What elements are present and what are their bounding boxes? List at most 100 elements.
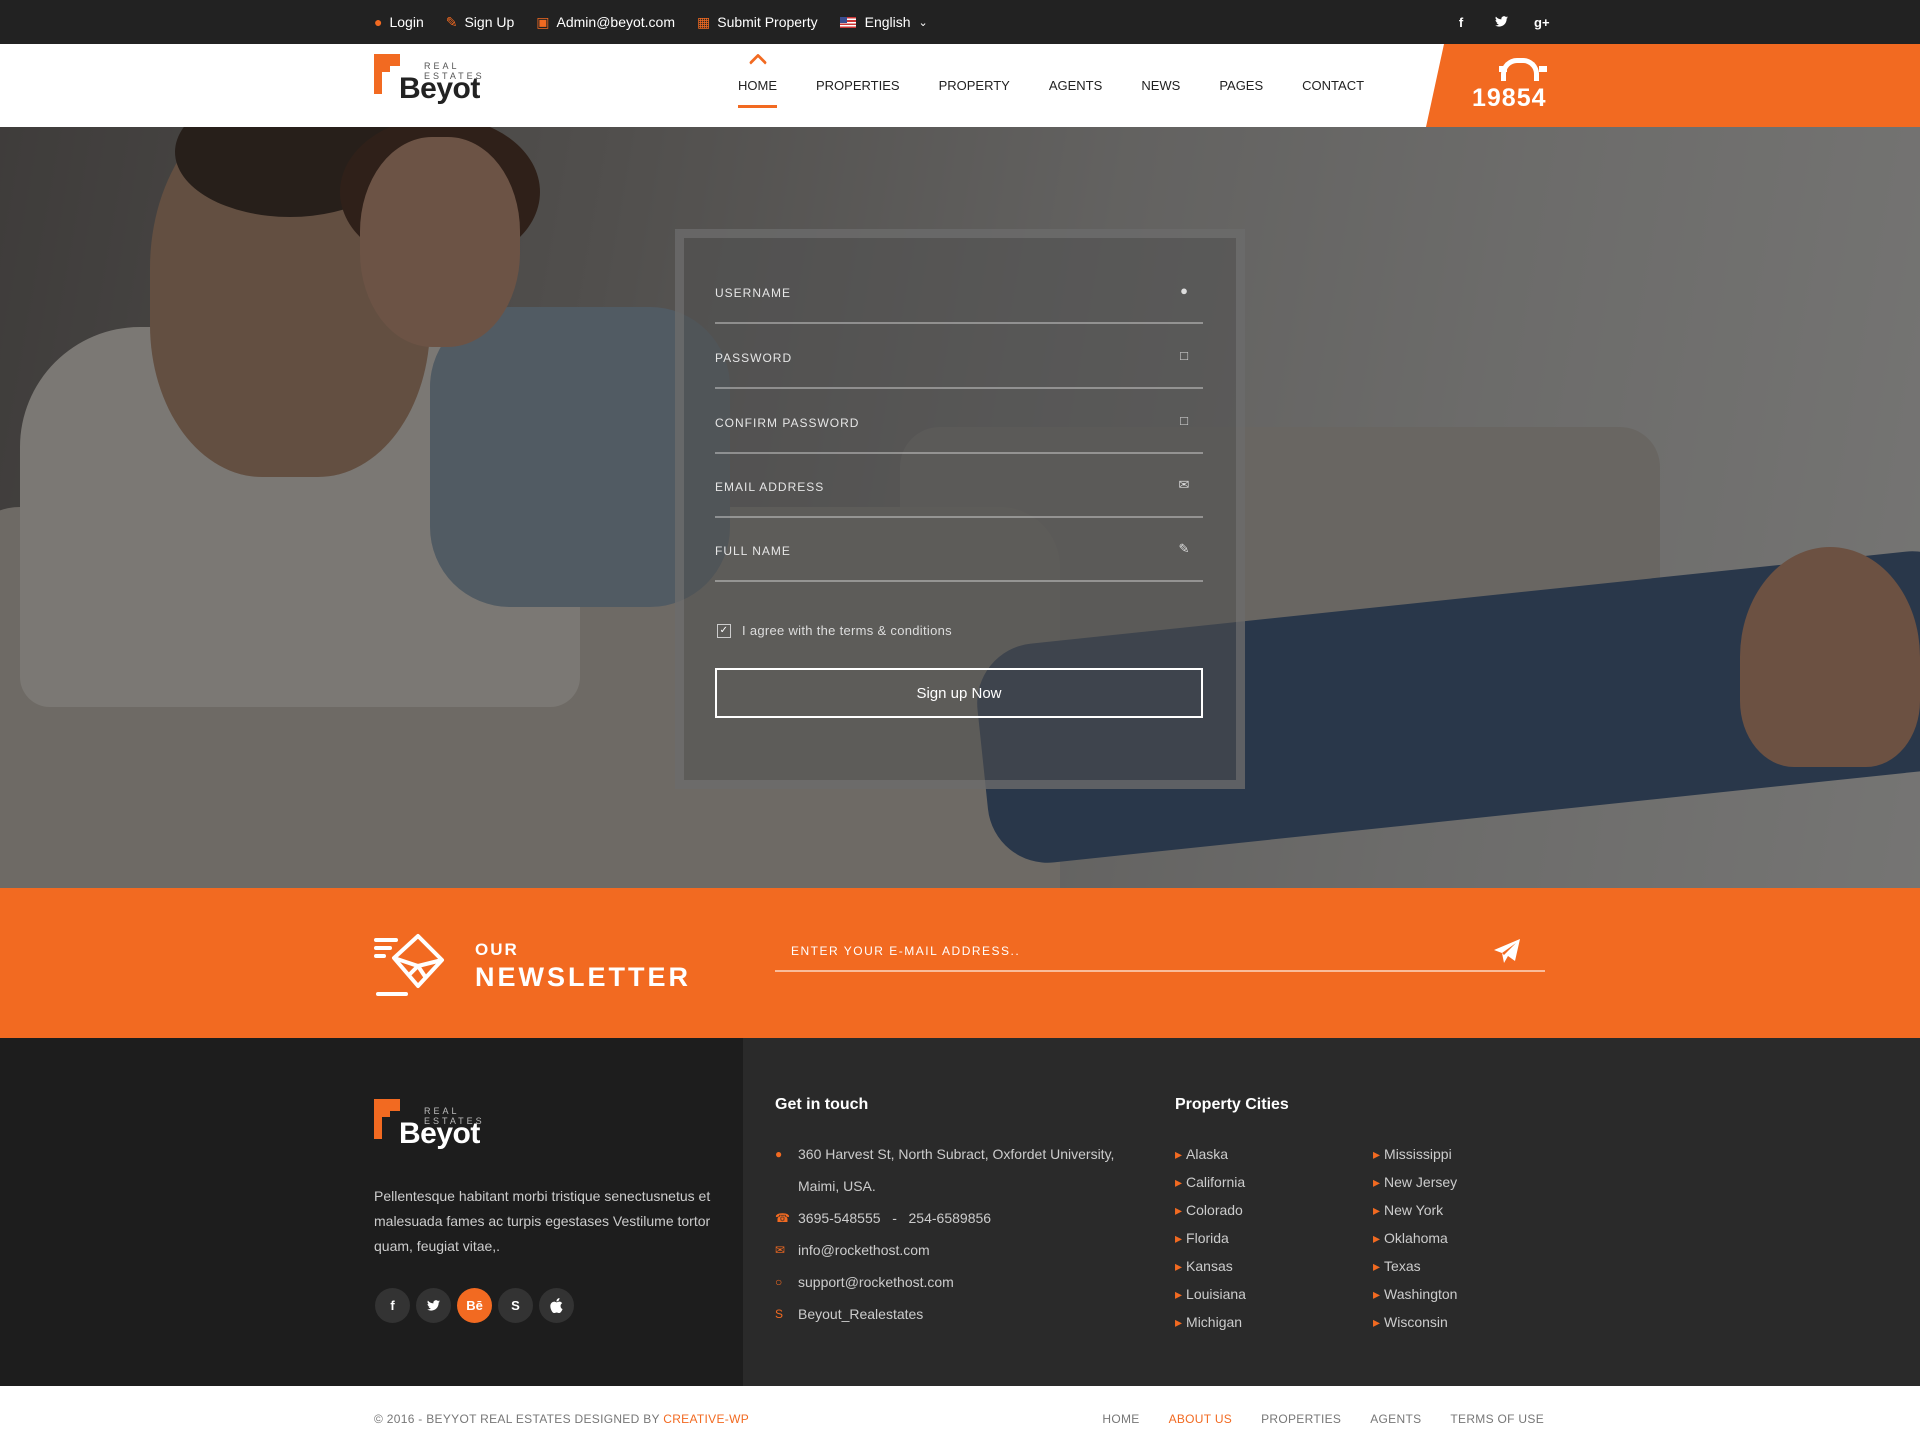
designer-link[interactable]: CREATIVE-WP [663,1412,749,1426]
checkmark-icon[interactable]: ✓ [717,623,731,638]
building-icon: ▦ [697,14,711,30]
city-link[interactable]: Texas [1373,1252,1571,1280]
cities-column-2: Mississippi New Jersey New York Oklahoma… [1373,1140,1571,1336]
signup-button[interactable]: Sign up Now [715,668,1203,718]
newsletter-field [775,928,1545,972]
password-input[interactable] [715,343,1155,373]
skype-icon: S [775,1307,784,1321]
fullname-field: ✎ [715,518,1203,582]
language-selector[interactable]: English ⌄ [839,14,928,30]
city-link[interactable]: Louisiana [1175,1280,1373,1308]
contact-heading: Get in touch [775,1096,869,1113]
headset-icon: ○ [775,1275,783,1289]
login-link[interactable]: ● Login [374,14,424,30]
bottom-nav-home[interactable]: HOME [1102,1412,1139,1426]
envelope-icon [374,934,444,996]
submit-property-label: Submit Property [717,14,818,30]
footer-logo-name: Beyot [399,1117,480,1150]
phone-box[interactable]: 19854 [1426,44,1920,127]
phone-number: 19854 [1472,84,1547,112]
city-link[interactable]: Florida [1175,1224,1373,1252]
email-input[interactable] [715,472,1155,502]
twitter-icon[interactable] [1494,15,1508,30]
bottom-nav-terms[interactable]: TERMS OF USE [1450,1412,1544,1426]
nav-properties[interactable]: PROPERTIES [816,44,900,127]
nav-agents[interactable]: AGENTS [1049,44,1102,127]
contact-phone: ☎ 3695-548555 - 254-6589856 [775,1202,1135,1234]
city-link[interactable]: California [1175,1168,1373,1196]
nav-home[interactable]: HOME [738,44,777,127]
email-field: ✉ [715,454,1203,518]
unlock-icon: □ [1180,348,1188,363]
logo-mark-icon [374,54,400,94]
email-link[interactable]: ▣ Admin@beyot.com [536,14,675,30]
city-link[interactable]: New York [1373,1196,1571,1224]
cities-heading: Property Cities [1175,1096,1289,1113]
facebook-icon[interactable]: f [375,1288,410,1323]
footer: REAL ESTATES Beyot Pellentesque habitant… [0,1038,1920,1386]
city-link[interactable]: Wisconsin [1373,1308,1571,1336]
bottom-nav: HOME ABOUT US PROPERTIES AGENTS TERMS OF… [1073,1412,1544,1426]
phone-icon: ☎ [775,1211,790,1225]
facebook-icon[interactable]: f [1454,15,1468,30]
newsletter-email-input[interactable] [791,936,1471,966]
skype-text: Beyout_Realestates [798,1306,924,1322]
paper-plane-icon[interactable] [1493,938,1521,964]
city-link[interactable]: Alaska [1175,1140,1373,1168]
city-link[interactable]: Kansas [1175,1252,1373,1280]
top-links: ● Login ✎ Sign Up ▣ Admin@beyot.com ▦ Su… [374,0,950,44]
city-link[interactable]: Michigan [1175,1308,1373,1336]
copyright: © 2016 - BEYYOT REAL ESTATES DESIGNED BY… [374,1412,749,1426]
bottom-nav-properties[interactable]: PROPERTIES [1261,1412,1341,1426]
contact-email[interactable]: ✉ info@rockethost.com [775,1234,1135,1266]
language-label: English [864,14,911,30]
user-icon: ● [1180,283,1188,298]
newsletter-subtitle: OUR [475,940,519,959]
terms-checkbox[interactable]: ✓ I agree with the terms & conditions [715,623,952,638]
bottom-nav-about[interactable]: ABOUT US [1169,1412,1233,1426]
nav-news[interactable]: NEWS [1141,44,1180,127]
main-header: REAL ESTATES Beyot HOME PROPERTIES PROPE… [0,44,1920,127]
contact-support[interactable]: ○ support@rockethost.com [775,1266,1135,1298]
footer-about-text: Pellentesque habitant morbi tristique se… [374,1188,711,1254]
main-nav: HOME PROPERTIES PROPERTY AGENTS NEWS PAG… [738,44,1403,127]
submit-property-link[interactable]: ▦ Submit Property [697,14,818,30]
footer-logo[interactable]: REAL ESTATES Beyot [374,1099,504,1159]
apple-icon[interactable] [539,1288,574,1323]
skype-icon[interactable]: S [498,1288,533,1323]
logo-mark-icon [374,1099,400,1139]
email-label: Admin@beyot.com [556,14,675,30]
footer-social: f Bē S [375,1288,580,1323]
username-field: ● [715,260,1203,324]
fullname-input[interactable] [715,536,1155,566]
signup-form: ● □ □ ✉ ✎ ✓ I agree with the terms & con… [675,229,1245,789]
confirm-password-field: □ [715,390,1203,454]
contact-list: ● 360 Harvest St, North Subract, Oxforde… [775,1138,1135,1330]
city-link[interactable]: Mississippi [1373,1140,1571,1168]
city-link[interactable]: Colorado [1175,1196,1373,1224]
behance-icon[interactable]: Bē [457,1288,492,1323]
city-link[interactable]: New Jersey [1373,1168,1571,1196]
nav-pages[interactable]: PAGES [1219,44,1263,127]
city-link[interactable]: Washington [1373,1280,1571,1308]
signup-link[interactable]: ✎ Sign Up [446,14,515,30]
logo-name: Beyot [399,72,480,105]
username-input[interactable] [715,278,1155,308]
bottom-nav-agents[interactable]: AGENTS [1370,1412,1421,1426]
newsletter-section: OUR NEWSLETTER [0,888,1920,1038]
signup-label: Sign Up [464,14,515,30]
confirm-password-input[interactable] [715,408,1155,438]
cities-list: Alaska California Colorado Florida Kansa… [1175,1140,1575,1336]
bottom-bar: © 2016 - BEYYOT REAL ESTATES DESIGNED BY… [0,1386,1920,1454]
email-text: info@rockethost.com [798,1242,930,1258]
city-link[interactable]: Oklahoma [1373,1224,1571,1252]
copyright-text: © 2016 - BEYYOT REAL ESTATES DESIGNED BY [374,1412,660,1426]
nav-property[interactable]: PROPERTY [939,44,1010,127]
nav-contact[interactable]: CONTACT [1302,44,1364,127]
contact-skype[interactable]: S Beyout_Realestates [775,1298,1135,1330]
user-icon: ● [374,14,383,30]
logo[interactable]: REAL ESTATES Beyot [374,54,504,114]
twitter-icon[interactable] [416,1288,451,1323]
map-marker-icon: ● [775,1147,783,1161]
google-plus-icon[interactable]: g+ [1534,15,1550,30]
